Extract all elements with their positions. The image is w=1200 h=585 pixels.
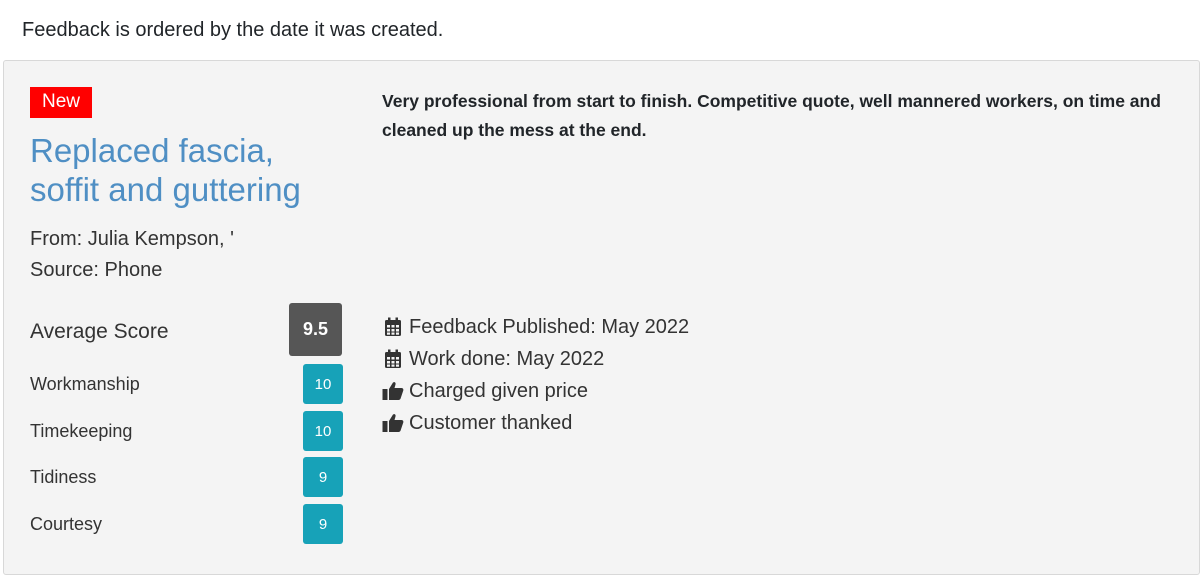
fact-text: Charged given price — [409, 379, 588, 402]
fact-text: Customer thanked — [409, 411, 573, 434]
score-label: Tidiness — [30, 467, 97, 487]
score-label: Courtesy — [30, 514, 103, 534]
feedback-card: New Replaced fascia, soffit and gutterin… — [3, 60, 1200, 575]
calendar-icon — [382, 348, 404, 370]
fact-text: Feedback Published: May 2022 — [409, 315, 690, 338]
new-badge: New — [30, 87, 93, 118]
feedback-source: Source: Phone — [30, 259, 163, 281]
fact-customer-thanked: Customer thanked — [382, 407, 689, 439]
average-score-label: Average Score — [30, 320, 169, 343]
feedback-title: Replaced fascia, soffit and guttering — [30, 132, 301, 208]
score-badge: 10 — [303, 364, 343, 404]
fact-charged-price: Charged given price — [382, 375, 689, 407]
average-score-badge: 9.5 — [289, 303, 342, 356]
feedback-from: From: Julia Kempson, ' — [30, 228, 234, 250]
feedback-facts: Feedback Published: May 2022 Work done: … — [382, 311, 689, 439]
feedback-order-note: Feedback is ordered by the date it was c… — [22, 19, 444, 41]
score-label: Timekeeping — [30, 421, 133, 441]
score-badge: 9 — [303, 457, 343, 497]
fact-work-done: Work done: May 2022 — [382, 343, 689, 375]
fact-published: Feedback Published: May 2022 — [382, 311, 689, 343]
score-row-workmanship: Workmanship 10 — [30, 364, 344, 404]
thumbs-up-icon — [382, 380, 404, 402]
score-row-tidiness: Tidiness 9 — [30, 457, 344, 497]
score-badge: 10 — [303, 411, 343, 451]
score-label: Workmanship — [30, 374, 140, 394]
feedback-comment: Very professional from start to finish. … — [382, 91, 1161, 140]
score-badge: 9 — [303, 504, 343, 544]
score-row-timekeeping: Timekeeping 10 — [30, 411, 344, 451]
thumbs-up-icon — [382, 412, 404, 434]
fact-text: Work done: May 2022 — [409, 347, 605, 370]
score-row-courtesy: Courtesy 9 — [30, 504, 344, 544]
calendar-icon — [382, 316, 404, 338]
